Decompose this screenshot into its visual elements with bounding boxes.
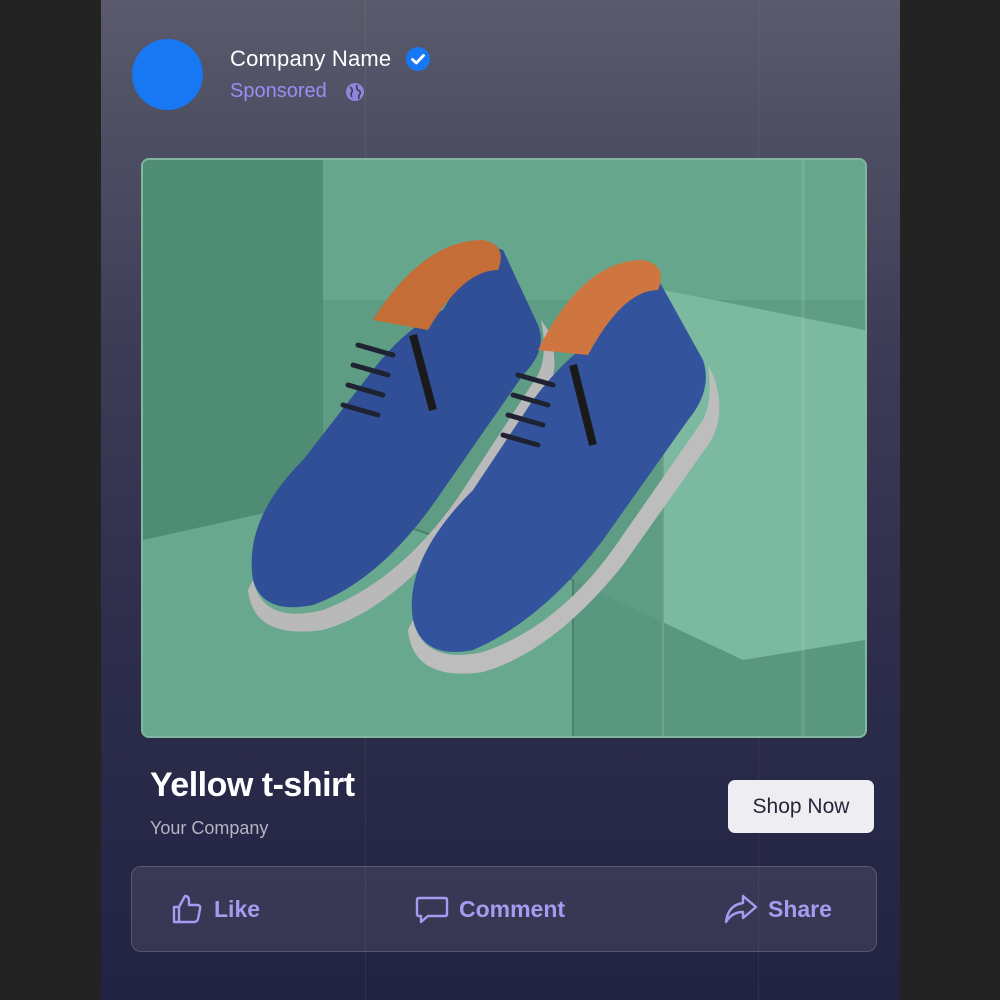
- comment-button[interactable]: Comment: [415, 867, 565, 951]
- blue-shoes-image: [143, 160, 865, 736]
- like-button[interactable]: Like: [170, 867, 260, 951]
- company-name[interactable]: Company Name: [230, 46, 391, 72]
- sponsored-label: Sponsored: [230, 80, 327, 102]
- ad-title: Yellow t-shirt: [150, 766, 355, 804]
- action-bar: Like Comment Share: [131, 866, 877, 952]
- shop-now-button[interactable]: Shop Now: [728, 780, 874, 833]
- share-arrow-icon: [724, 894, 758, 924]
- company-header: Company Name: [230, 46, 431, 72]
- verified-badge-icon: [406, 47, 431, 71]
- speech-bubble-icon: [415, 896, 449, 924]
- comment-label: Comment: [459, 895, 566, 922]
- company-avatar[interactable]: [132, 39, 203, 110]
- share-label: Share: [768, 895, 832, 922]
- thumbs-up-icon: [172, 894, 202, 924]
- ad-subtitle: Your Company: [150, 818, 269, 838]
- ad-card: Company Name Sponsored Yellow t-shirt Yo…: [101, 0, 900, 1000]
- share-button[interactable]: Share: [724, 867, 832, 951]
- ad-image[interactable]: [141, 158, 867, 738]
- like-label: Like: [214, 895, 261, 922]
- post-meta: Sponsored: [230, 80, 365, 103]
- globe-icon: [345, 82, 364, 101]
